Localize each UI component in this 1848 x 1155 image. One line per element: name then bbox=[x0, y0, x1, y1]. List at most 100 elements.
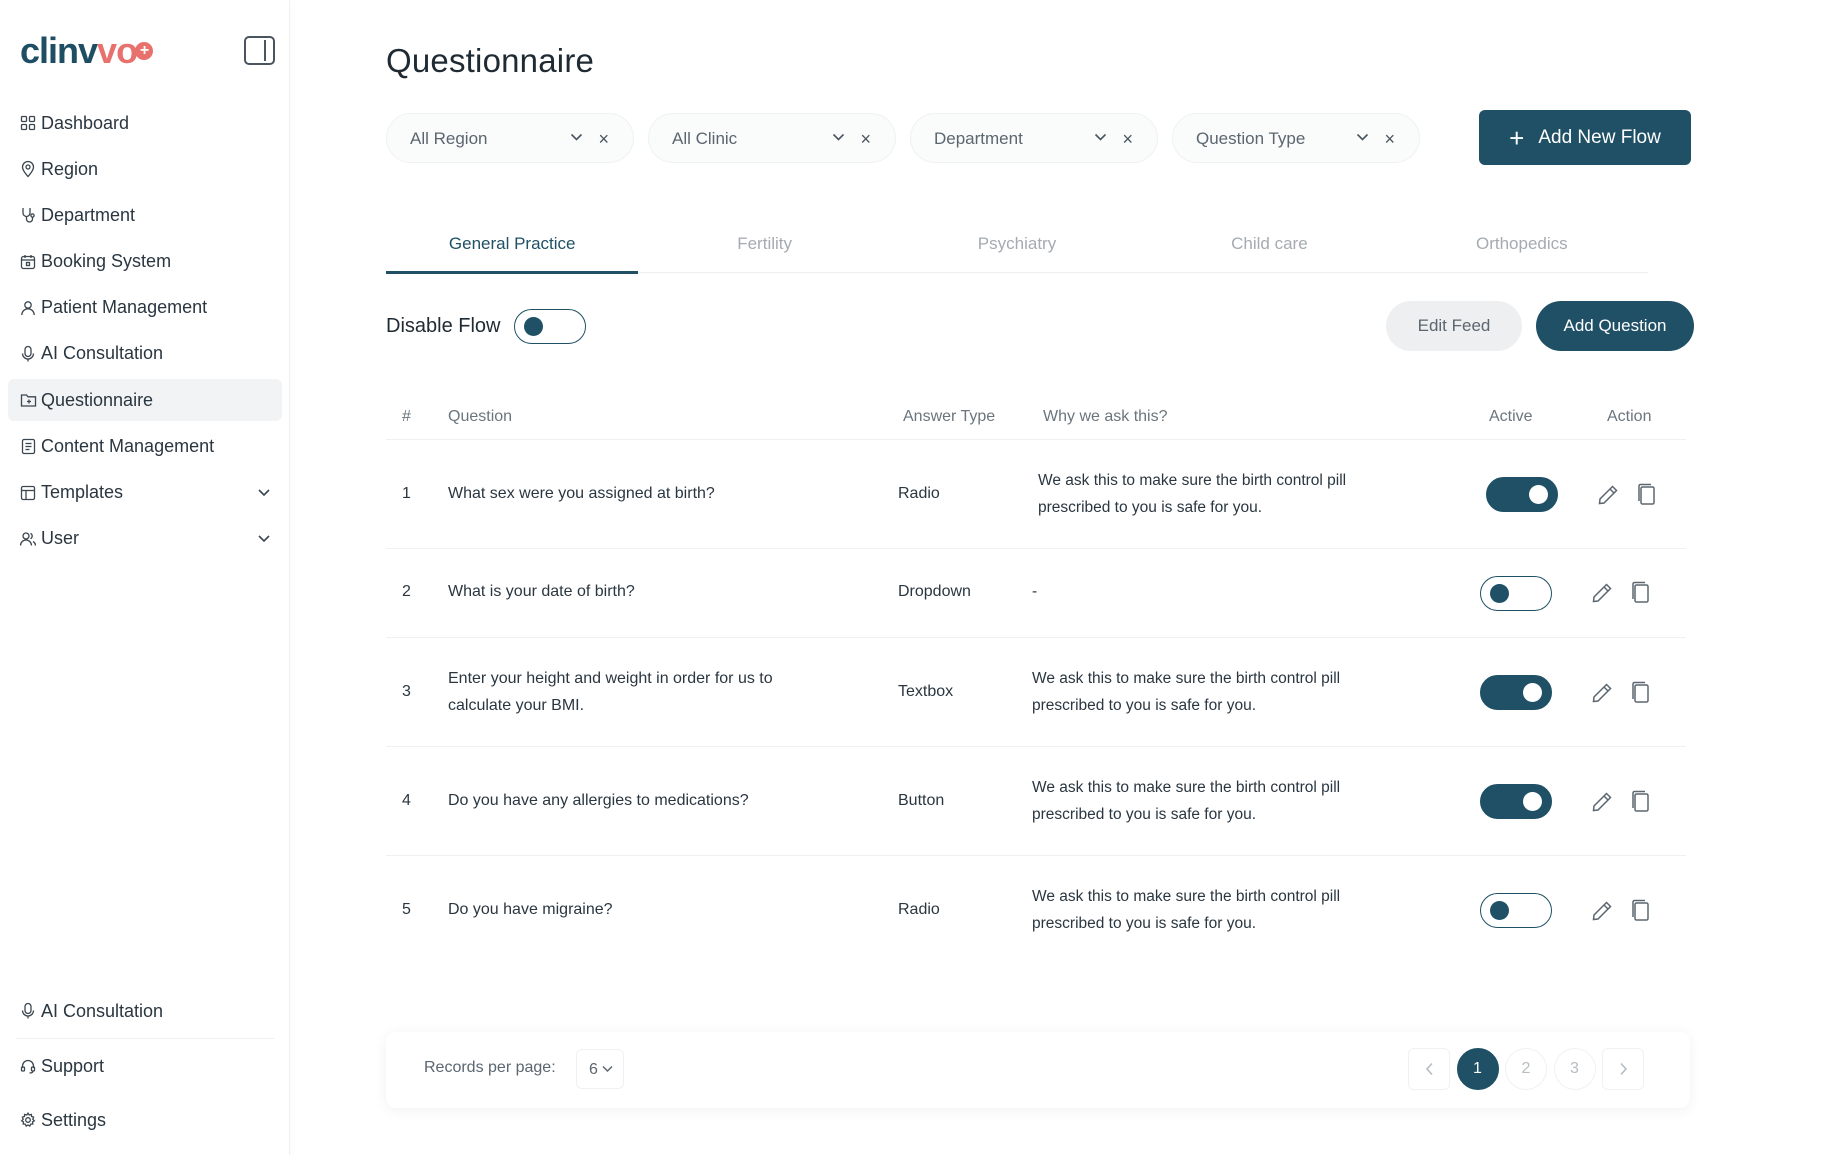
row-why-line: prescribed to you is safe for you. bbox=[1032, 806, 1257, 823]
copy-icon[interactable] bbox=[1630, 790, 1652, 814]
copy-icon[interactable] bbox=[1630, 681, 1652, 705]
page-button-2[interactable]: 2 bbox=[1505, 1048, 1547, 1090]
edit-pencil-icon[interactable] bbox=[1590, 681, 1614, 705]
col-header-active: Active bbox=[1489, 408, 1533, 425]
sidebar-toggle-icon[interactable] bbox=[244, 36, 275, 65]
sidebar-item-content-management[interactable]: Content Management bbox=[8, 425, 282, 467]
next-page-button[interactable] bbox=[1602, 1048, 1644, 1090]
close-icon[interactable]: × bbox=[1384, 130, 1395, 148]
page-title: Questionnaire bbox=[386, 42, 595, 79]
close-icon[interactable]: × bbox=[598, 130, 609, 148]
filter-label: All Region bbox=[410, 129, 488, 148]
toggle-knob bbox=[1490, 901, 1509, 920]
edit-pencil-icon[interactable] bbox=[1590, 581, 1614, 605]
close-icon[interactable]: × bbox=[1122, 130, 1133, 148]
row-actions bbox=[1590, 581, 1668, 605]
row-number: 5 bbox=[402, 901, 411, 918]
sidebar-item-patient-management[interactable]: Patient Management bbox=[8, 287, 282, 329]
chevron-down-icon bbox=[1094, 133, 1107, 141]
chevron-down-icon[interactable] bbox=[256, 530, 272, 546]
sidebar-item-user[interactable]: User bbox=[8, 518, 282, 560]
sidebar-item-ai-consultation-bottom[interactable]: AI Consultation bbox=[8, 990, 282, 1032]
toggle-knob bbox=[1529, 485, 1548, 504]
sidebar-item-questionnaire[interactable]: Questionnaire bbox=[8, 379, 282, 422]
row-active-toggle[interactable] bbox=[1480, 893, 1552, 928]
template-icon bbox=[19, 484, 37, 502]
sidebar-item-region[interactable]: Region bbox=[8, 148, 282, 190]
location-pin-icon bbox=[19, 160, 37, 178]
page-button-3[interactable]: 3 bbox=[1553, 1048, 1596, 1090]
specialty-tabs: General Practice Fertility Psychiatry Ch… bbox=[386, 218, 1648, 274]
sidebar-item-department[interactable]: Department bbox=[8, 194, 282, 236]
sidebar-item-label: Support bbox=[41, 1055, 105, 1076]
edit-pencil-icon[interactable] bbox=[1590, 899, 1614, 923]
row-active-toggle[interactable] bbox=[1486, 477, 1558, 512]
sidebar-item-support[interactable]: Support bbox=[8, 1045, 282, 1087]
toggle-knob bbox=[524, 317, 544, 336]
page-button-1[interactable]: 1 bbox=[1456, 1048, 1499, 1090]
row-question: Do you have any allergies to medications… bbox=[448, 792, 749, 809]
edit-feed-button[interactable]: Edit Feed bbox=[1386, 301, 1522, 351]
row-number: 3 bbox=[402, 683, 411, 700]
brand-name-main: clinv bbox=[20, 30, 98, 71]
row-answer-type: Button bbox=[898, 792, 945, 809]
dashboard-icon bbox=[19, 114, 37, 132]
tab-fertility[interactable]: Fertility bbox=[638, 218, 890, 272]
col-header-answer-type: Answer Type bbox=[903, 408, 996, 425]
close-icon[interactable]: × bbox=[860, 130, 871, 148]
sidebar-item-ai-consultation[interactable]: AI Consultation bbox=[8, 333, 282, 375]
sidebar-item-booking-system[interactable]: Booking System bbox=[8, 241, 282, 283]
filter-region[interactable]: All Region × bbox=[386, 113, 634, 163]
sidebar-item-label: Department bbox=[41, 204, 136, 225]
chevron-down-icon bbox=[602, 1065, 613, 1073]
prev-page-button[interactable] bbox=[1408, 1048, 1450, 1090]
row-question-line: Enter your height and weight in order fo… bbox=[448, 670, 773, 687]
chevron-down-icon[interactable] bbox=[256, 484, 272, 500]
disable-flow-row: Disable Flow bbox=[386, 309, 587, 344]
row-active-toggle[interactable] bbox=[1480, 675, 1552, 710]
disable-flow-label: Disable Flow bbox=[386, 315, 501, 337]
add-new-flow-button[interactable]: + Add New Flow bbox=[1479, 110, 1691, 165]
edit-pencil-icon[interactable] bbox=[1590, 790, 1614, 814]
sidebar-item-templates[interactable]: Templates bbox=[8, 472, 282, 514]
tab-general-practice[interactable]: General Practice bbox=[386, 218, 639, 274]
disable-flow-toggle[interactable] bbox=[514, 309, 587, 344]
sidebar-item-label: Content Management bbox=[41, 435, 215, 456]
add-question-button[interactable]: Add Question bbox=[1536, 301, 1694, 351]
records-per-page-label: Records per page: bbox=[424, 1059, 556, 1076]
filter-clinic[interactable]: All Clinic × bbox=[648, 113, 896, 163]
row-why: - bbox=[1032, 578, 1037, 605]
filter-department[interactable]: Department × bbox=[910, 113, 1158, 163]
microphone-icon bbox=[19, 345, 37, 363]
sidebar-item-dashboard[interactable]: Dashboard bbox=[8, 102, 282, 144]
copy-icon[interactable] bbox=[1630, 581, 1652, 605]
row-actions bbox=[1590, 790, 1668, 814]
row-why-line: We ask this to make sure the birth contr… bbox=[1032, 888, 1341, 905]
tab-orthopedics[interactable]: Orthopedics bbox=[1396, 218, 1648, 272]
row-active-toggle[interactable] bbox=[1480, 576, 1552, 611]
questions-table: # Question Answer Type Why we ask this? … bbox=[386, 395, 1686, 965]
copy-icon[interactable] bbox=[1636, 483, 1658, 507]
row-question: Do you have migraine? bbox=[448, 901, 613, 918]
filter-bar: All Region × All Clinic × Department × Q… bbox=[386, 113, 1434, 163]
tab-child-care[interactable]: Child care bbox=[1143, 218, 1395, 272]
folder-icon bbox=[19, 391, 37, 409]
tab-psychiatry[interactable]: Psychiatry bbox=[891, 218, 1143, 272]
plus-icon: + bbox=[135, 42, 154, 61]
row-why-line: We ask this to make sure the birth contr… bbox=[1032, 670, 1341, 687]
copy-icon[interactable] bbox=[1630, 899, 1652, 923]
edit-pencil-icon[interactable] bbox=[1596, 483, 1620, 507]
user-icon bbox=[19, 299, 37, 317]
brand-logo[interactable]: clinvvo + bbox=[20, 30, 154, 72]
chevron-left-icon bbox=[1425, 1062, 1433, 1076]
row-active-toggle[interactable] bbox=[1480, 784, 1552, 819]
filter-question-type[interactable]: Question Type × bbox=[1172, 113, 1420, 163]
row-question: What is your date of birth? bbox=[448, 583, 635, 600]
col-header-question: Question bbox=[448, 408, 513, 425]
sidebar-item-settings[interactable]: Settings bbox=[8, 1099, 282, 1141]
microphone-icon bbox=[19, 1002, 37, 1020]
gear-icon bbox=[19, 1111, 37, 1129]
users-icon bbox=[19, 530, 37, 548]
sidebar-item-label: AI Consultation bbox=[41, 343, 164, 364]
records-per-page-select[interactable]: 6 bbox=[576, 1049, 624, 1089]
